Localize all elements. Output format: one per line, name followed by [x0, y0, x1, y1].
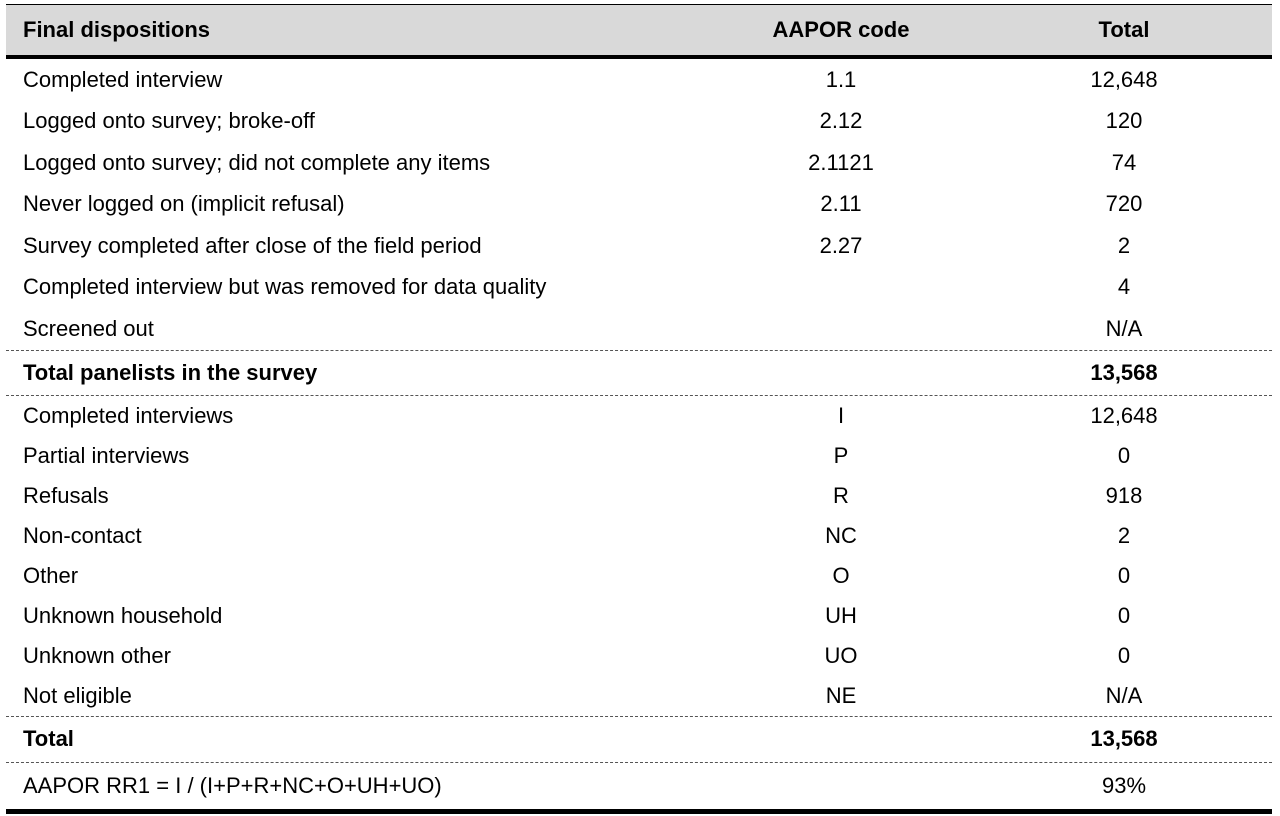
section-aapor-categories: Completed interviews I 12,648 Partial inter… [6, 394, 1272, 716]
row-total: 93% [1101, 772, 1147, 798]
section-dispositions: Completed interview 1.1 12,648 Logged onto … [6, 59, 1272, 350]
row-total: 2 [1117, 522, 1131, 548]
header-final-dispositions: Final dispositions [23, 17, 211, 42]
row-total: 0 [1117, 602, 1131, 628]
row-total: 4 [1117, 274, 1131, 300]
row-code: O [832, 562, 850, 588]
table-row: Screened out N/A [6, 308, 1272, 350]
row-total: 13,568 [1090, 359, 1158, 385]
row-total: 12,648 [1090, 66, 1158, 92]
row-label: Other [23, 562, 79, 588]
row-total: 0 [1117, 562, 1131, 588]
table-row: Completed interview 1.1 12,648 [6, 59, 1272, 101]
row-code: I [837, 402, 845, 428]
row-label: Not eligible [23, 682, 132, 708]
row-code: R [833, 482, 849, 508]
table-row: Unknown other UO 0 [6, 636, 1272, 676]
row-total: 918 [1105, 482, 1143, 508]
row-total: 2 [1117, 232, 1131, 258]
row-label: Survey completed after close of the fiel… [23, 232, 482, 258]
table-row: Never logged on (implicit refusal) 2.11 72… [6, 184, 1272, 226]
row-code: 2.12 [819, 108, 863, 134]
row-total: 13,568 [1090, 726, 1158, 751]
header-aapor-code: AAPOR code [772, 17, 910, 42]
row-code: 1.1 [825, 66, 857, 92]
row-code: P [833, 442, 849, 468]
row-label: Total panelists in the survey [23, 359, 318, 385]
row-code: 2.27 [819, 232, 863, 258]
row-label: Unknown other [23, 642, 171, 668]
row-total: N/A [1105, 315, 1143, 341]
row-label: Completed interviews [23, 402, 234, 428]
grand-total-row: Total 13,568 [6, 715, 1272, 762]
row-label: Screened out [23, 315, 154, 341]
table-row: Partial interviews P 0 [6, 436, 1272, 476]
row-total: 74 [1111, 149, 1137, 175]
table-row: Non-contact NC 2 [6, 516, 1272, 556]
row-label: Completed interview [23, 66, 223, 92]
row-total: 0 [1117, 442, 1131, 468]
table-row: Not eligible NE N/A [6, 676, 1272, 716]
row-label: Non-contact [23, 522, 142, 548]
row-code: 2.11 [820, 191, 862, 217]
table-row: Logged onto survey; broke-off 2.12 120 [6, 101, 1272, 143]
row-code: NC [825, 522, 857, 548]
row-total: 720 [1105, 191, 1143, 217]
row-label: Total [23, 726, 74, 751]
table-row: Other O 0 [6, 556, 1272, 596]
row-label: Completed interview but was removed for … [23, 274, 547, 300]
row-label: Refusals [23, 482, 109, 508]
row-total: N/A [1105, 682, 1143, 708]
table-row: Survey completed after close of the fiel… [6, 225, 1272, 267]
row-label: Never logged on (implicit refusal) [23, 191, 345, 217]
row-total: 120 [1105, 108, 1143, 134]
header-total: Total [1098, 17, 1150, 42]
row-label: Partial interviews [23, 442, 190, 468]
row-code: UO [824, 642, 858, 668]
row-label: Unknown household [23, 602, 223, 628]
row-code: NE [825, 682, 857, 708]
table-row: Unknown household UH 0 [6, 596, 1272, 636]
row-label: Logged onto survey; broke-off [23, 108, 315, 134]
row-code: UH [825, 602, 857, 628]
dispositions-table: Final dispositions AAPOR code Total Comp… [6, 4, 1272, 814]
row-label: Logged onto survey; did not complete any… [23, 149, 491, 175]
table-row: Completed interviews I 12,648 [6, 396, 1272, 436]
row-total: 12,648 [1090, 402, 1158, 428]
bottom-rule [6, 808, 1272, 814]
table-row: Completed interview but was removed for … [6, 267, 1272, 309]
row-label: AAPOR RR1 = I / (I+P+R+NC+O+UH+UO) [23, 772, 442, 798]
subtotal-row: Total panelists in the survey 13,568 [6, 349, 1272, 395]
response-rate-row: AAPOR RR1 = I / (I+P+R+NC+O+UH+UO) 93% [6, 761, 1272, 809]
table-header: Final dispositions AAPOR code Total [6, 5, 1272, 59]
table-row: Refusals R 918 [6, 476, 1272, 516]
row-total: 0 [1117, 642, 1131, 668]
row-code: 2.1121 [808, 149, 874, 175]
table-row: Logged onto survey; did not complete any… [6, 142, 1272, 184]
